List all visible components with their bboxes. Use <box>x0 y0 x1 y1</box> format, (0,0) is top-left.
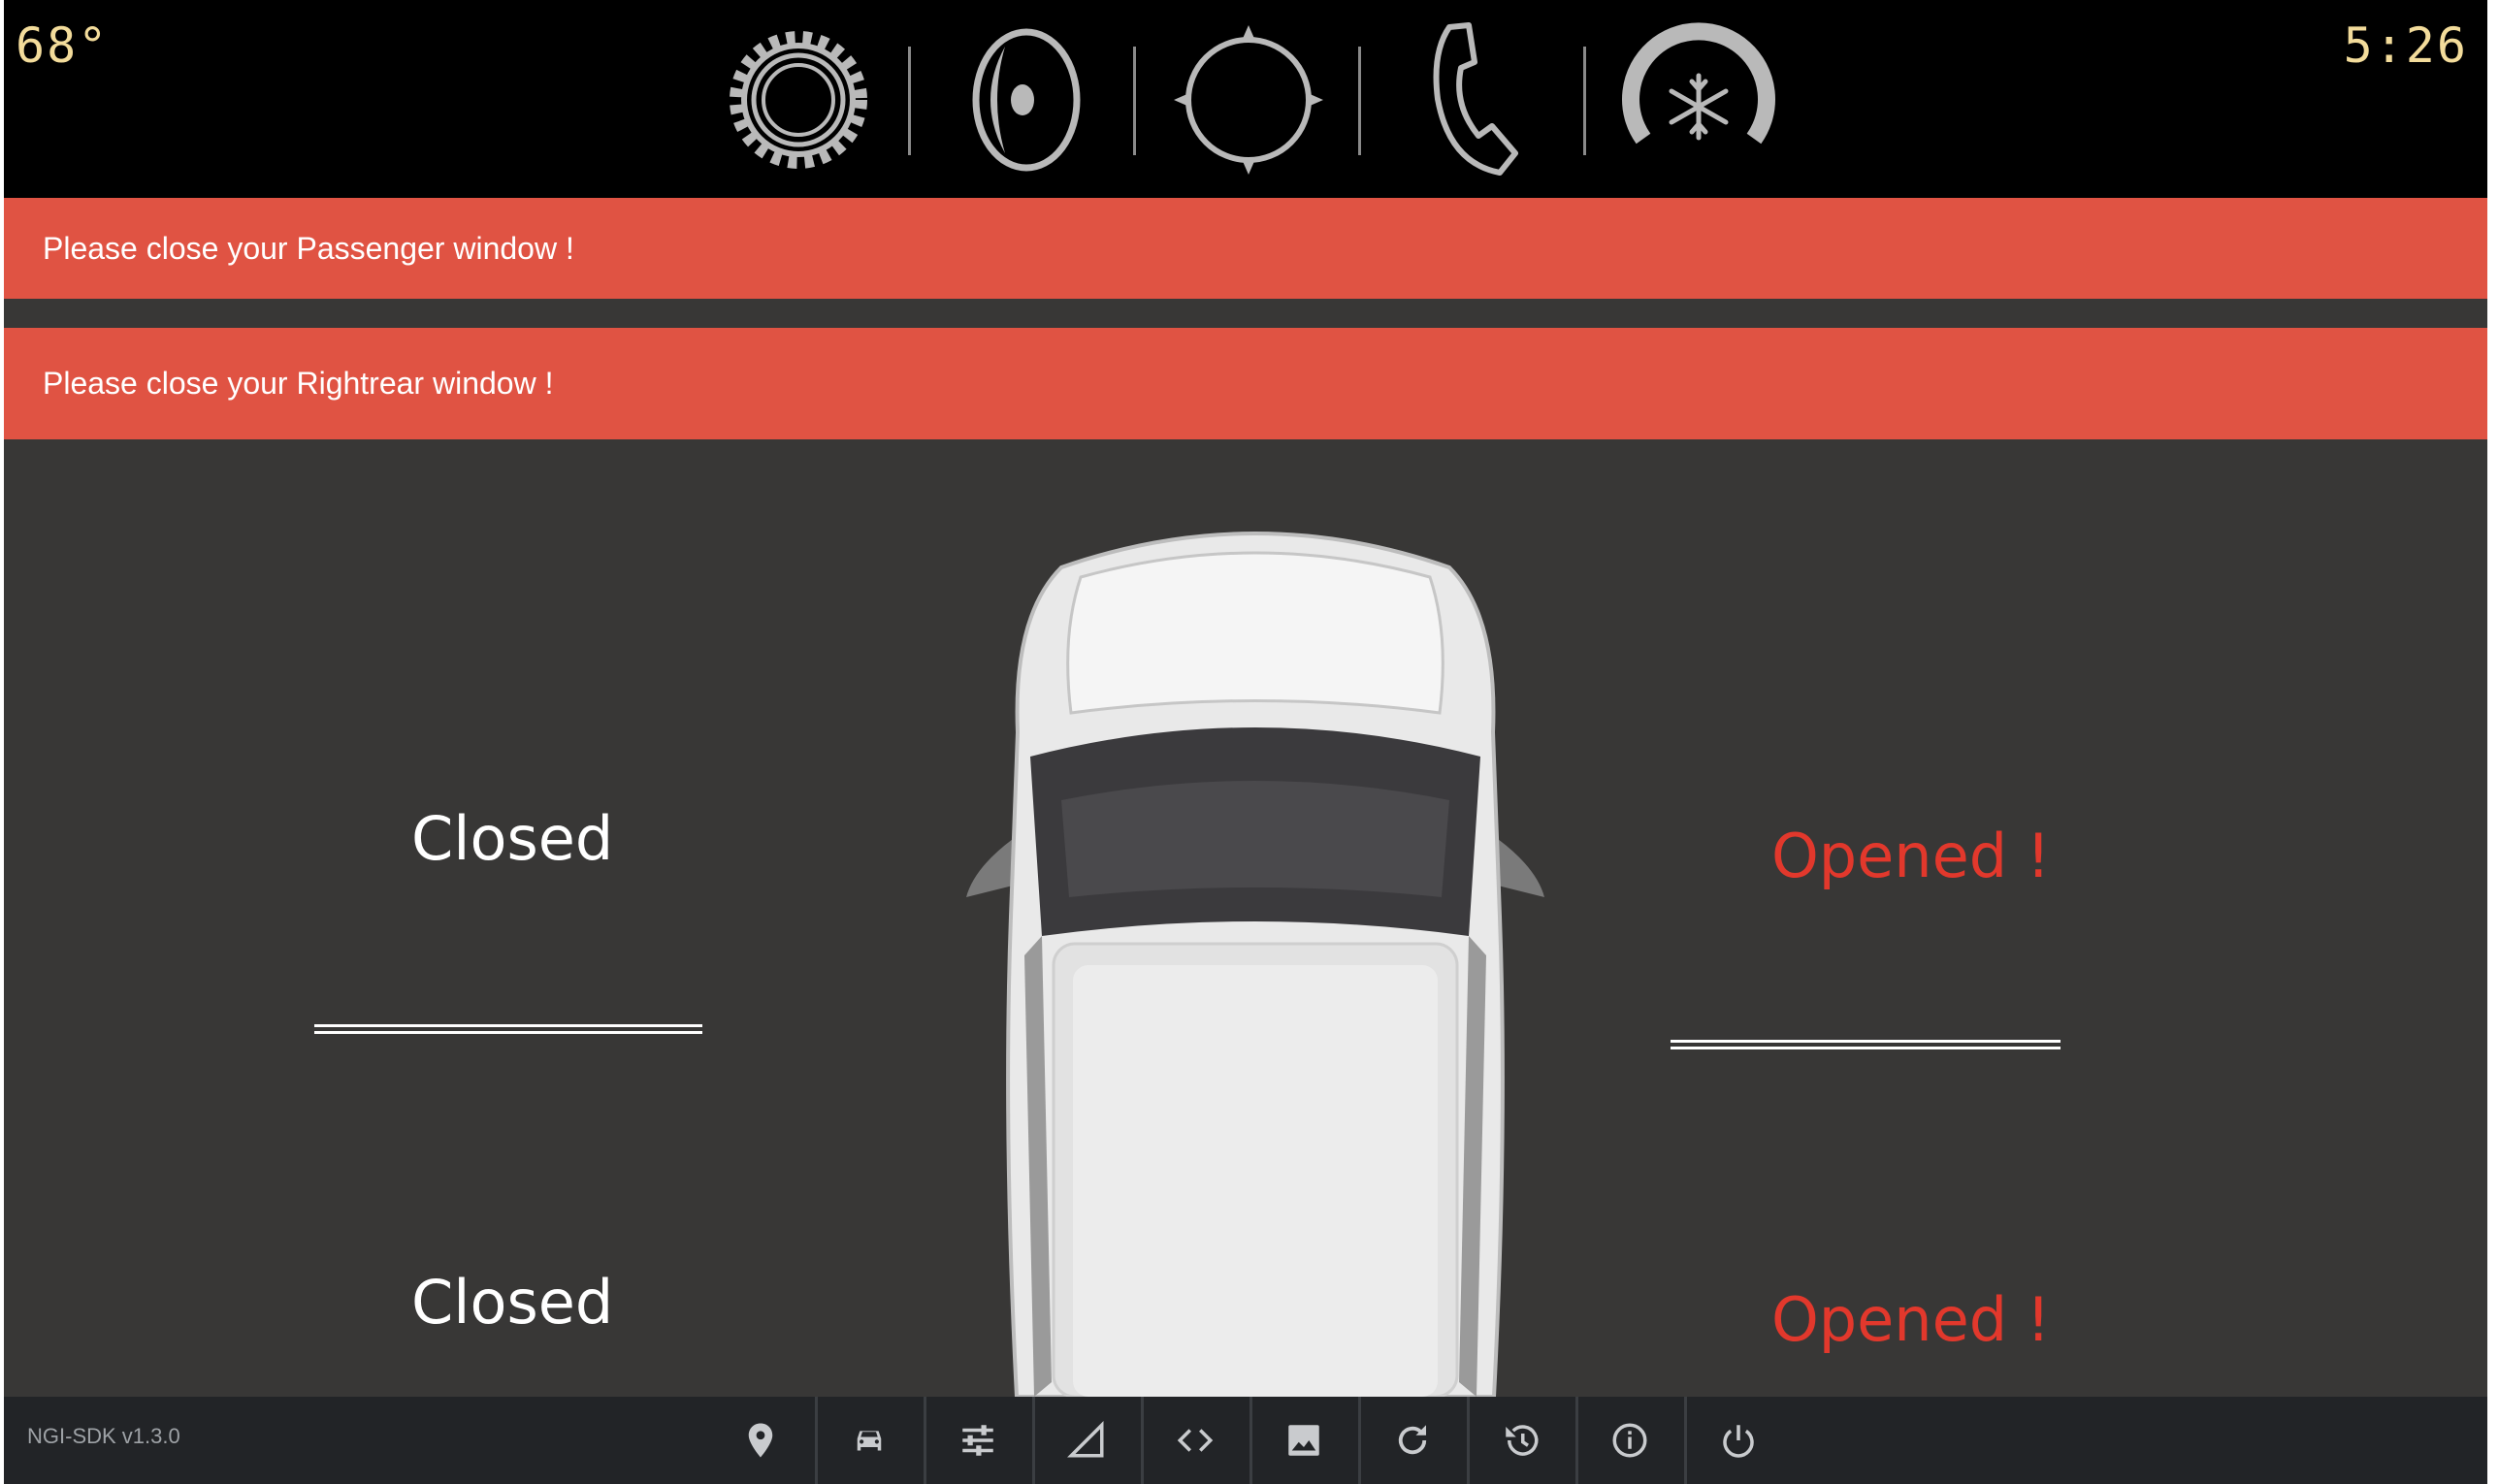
alert-text: Please close your Rightrear window ! <box>43 366 554 401</box>
bottom-bar: NGI-SDK v1.3.0 <box>4 1397 2487 1484</box>
code-icon[interactable] <box>1141 1397 1250 1484</box>
alert-text: Please close your Passenger window ! <box>43 230 574 266</box>
history-icon[interactable] <box>1467 1397 1575 1484</box>
signal-icon[interactable] <box>1032 1397 1141 1484</box>
top-separator <box>1358 47 1361 155</box>
car-top-view-image <box>966 532 1544 1397</box>
top-separator <box>1133 47 1136 155</box>
app-root: 68° 5:26 Please close your Passenger win… <box>4 0 2487 1484</box>
car-icon[interactable] <box>815 1397 924 1484</box>
image-icon[interactable] <box>1250 1397 1358 1484</box>
right-mirror <box>1498 839 1544 897</box>
location-pin-icon[interactable] <box>706 1397 815 1484</box>
climate-fan-icon[interactable] <box>1616 17 1781 182</box>
driver-window-indicator <box>314 1024 702 1034</box>
top-separator <box>908 47 911 155</box>
passenger-window-indicator <box>1671 1040 2061 1049</box>
car-roof-panel <box>1073 965 1438 1397</box>
outside-temperature: 68° <box>16 17 110 74</box>
phone-icon[interactable] <box>1391 17 1556 182</box>
clock: 5:26 <box>2343 17 2468 74</box>
rightrear-window-status: Opened ! <box>1771 1284 2051 1355</box>
top-bar: 68° 5:26 <box>4 0 2487 198</box>
passenger-window-status: Opened ! <box>1771 821 2051 891</box>
left-mirror <box>966 839 1013 897</box>
passenger-window-alert: Please close your Passenger window ! <box>4 198 2487 299</box>
car-dashboard <box>1061 781 1449 897</box>
rightrear-window-alert: Please close your Rightrear window ! <box>4 328 2487 439</box>
navigation-compass-icon[interactable] <box>1166 17 1331 182</box>
settings-gear-icon[interactable] <box>716 17 881 182</box>
top-separator <box>1583 47 1586 155</box>
audio-speaker-icon[interactable] <box>941 17 1106 182</box>
car-hood <box>1066 551 1444 715</box>
power-icon[interactable] <box>1684 1397 1793 1484</box>
info-icon[interactable] <box>1575 1397 1684 1484</box>
sliders-icon[interactable] <box>924 1397 1032 1484</box>
sdk-version: NGI-SDK v1.3.0 <box>27 1424 180 1448</box>
refresh-icon[interactable] <box>1358 1397 1467 1484</box>
leftrear-window-status: Closed <box>411 1267 614 1338</box>
driver-window-status: Closed <box>411 803 614 874</box>
